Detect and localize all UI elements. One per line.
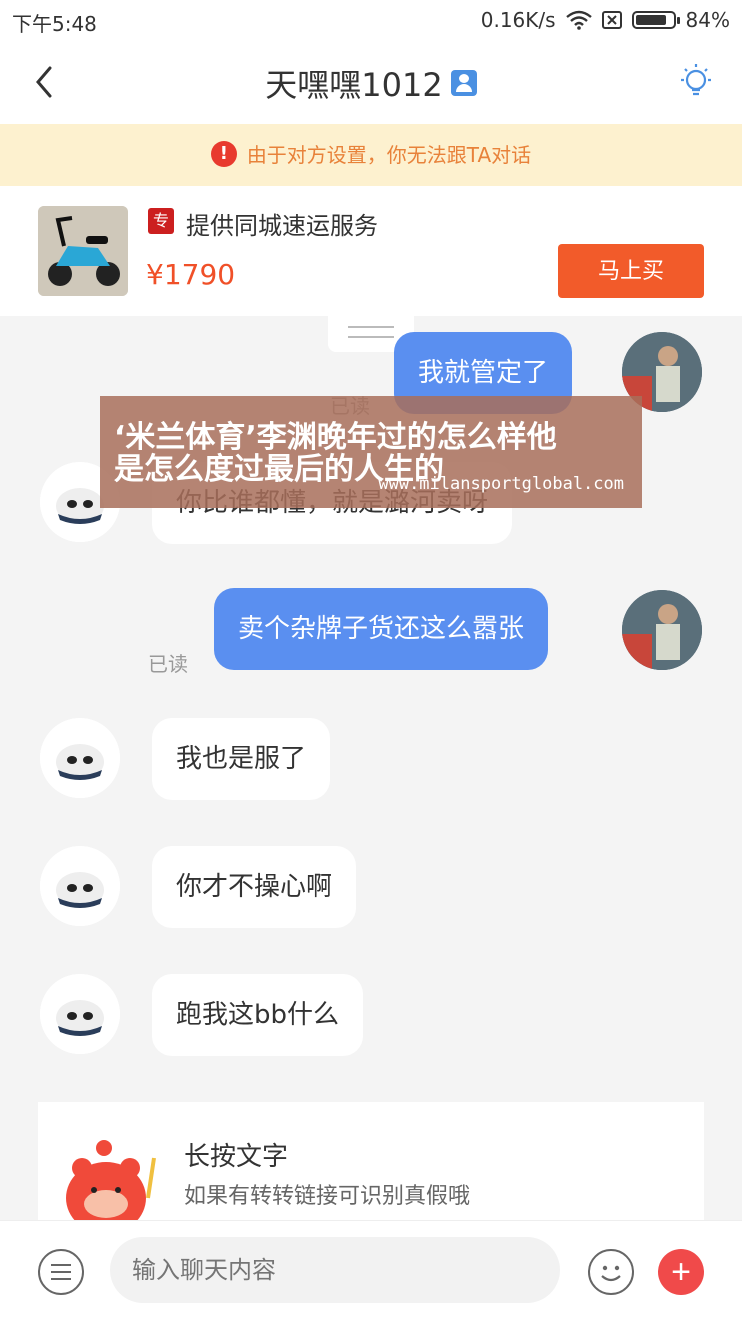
message-bubble-in[interactable]: 跑我这bb什么 (152, 974, 364, 1056)
lightbulb-icon[interactable] (676, 62, 716, 102)
status-time: 下午5:48 (12, 12, 97, 36)
network-speed: 0.16K/s (480, 8, 556, 32)
smiley-icon (601, 1265, 621, 1282)
overlay-url: www.milansportglobal.com (378, 474, 624, 494)
product-price: ¥1790 (146, 258, 236, 291)
product-thumbnail[interactable] (38, 206, 128, 296)
contact-avatar[interactable] (40, 846, 120, 926)
tip-subtitle: 如果有转转链接可识别真假哦 (184, 1184, 471, 1209)
sim-off-icon (601, 11, 622, 29)
warning-icon: ! (210, 140, 237, 167)
verified-user-icon (450, 70, 477, 96)
chat-header: 天嘿嘿1012 (0, 40, 742, 124)
menu-line (51, 1278, 71, 1280)
chat-input[interactable] (110, 1237, 560, 1303)
battery-icon (631, 11, 680, 29)
scooter-image (38, 206, 128, 296)
panda-avatar-icon (40, 718, 120, 798)
message-bubble-in[interactable]: 我也是服了 (152, 718, 331, 800)
exclusive-tag: 专 (148, 208, 174, 234)
menu-line (51, 1264, 71, 1266)
ad-overlay: ‘米兰体育’李渊晚年过的怎么样他 是怎么度过最后的人生的 www.milansp… (100, 396, 642, 508)
plus-button[interactable]: + (658, 1249, 704, 1295)
contact-avatar[interactable] (40, 974, 120, 1054)
wifi-icon (565, 10, 592, 30)
message-bubble-out[interactable]: 卖个杂牌子货还这么嚣张 (214, 588, 549, 670)
battery-percent: 84% (685, 8, 730, 32)
menu-line (51, 1271, 71, 1273)
message-bubble-in[interactable]: 你才不操心啊 (152, 846, 357, 928)
input-bar: + (0, 1220, 742, 1319)
emoji-button[interactable] (588, 1249, 634, 1295)
status-right: 0.16K/s 84% (481, 8, 730, 32)
my-avatar[interactable] (622, 590, 702, 670)
product-title: 提供同城速运服务 (186, 212, 378, 240)
handle-line (348, 336, 394, 338)
chat-title: 天嘿嘿1012 (265, 66, 443, 104)
avatar-image (622, 590, 702, 670)
tip-title: 长按文字 (184, 1142, 289, 1172)
status-bar: 下午5:48 0.16K/s 84% (0, 0, 742, 40)
contact-avatar[interactable] (40, 718, 120, 798)
buy-now-button[interactable]: 马上买 (558, 244, 704, 298)
menu-button[interactable] (38, 1249, 84, 1295)
panda-avatar-icon (40, 974, 120, 1054)
panda-avatar-icon (40, 846, 120, 926)
read-status: 已读 (148, 652, 188, 676)
notice-text: 由于对方设置，你无法跟TA对话 (246, 143, 532, 167)
chat-disabled-notice: ! 由于对方设置，你无法跟TA对话 (0, 124, 742, 186)
chat-title-wrap: 天嘿嘿1012 (0, 60, 742, 106)
tip-card: 长按文字 如果有转转链接可识别真假哦 (38, 1102, 704, 1232)
mascot-bear-icon (66, 1140, 156, 1232)
handle-line (348, 326, 394, 328)
battery-fill (635, 15, 666, 25)
